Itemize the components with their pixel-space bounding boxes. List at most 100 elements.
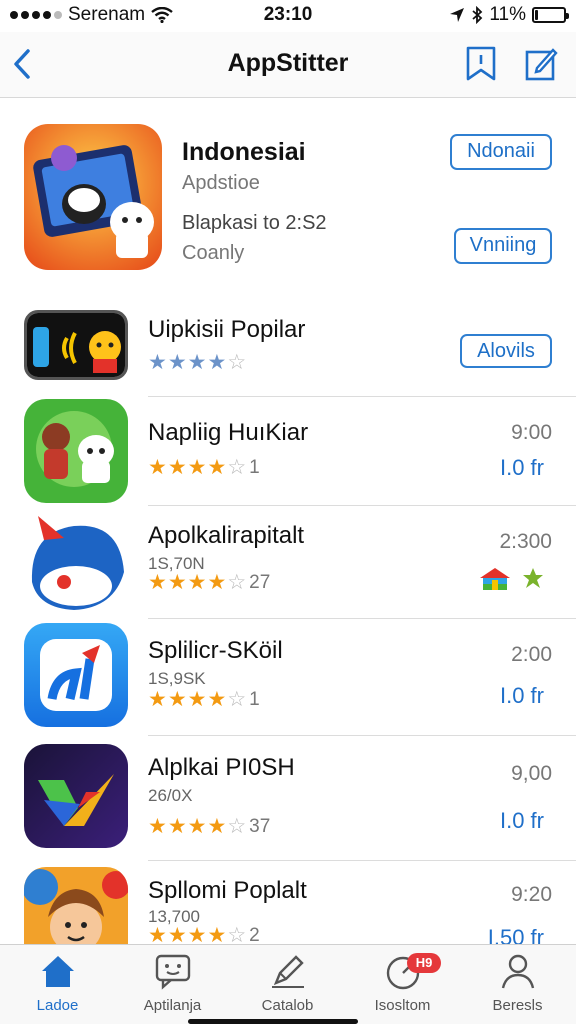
- star-icon: ★: [187, 571, 207, 594]
- app-icon: [24, 399, 128, 503]
- star-icon: ★: [207, 688, 227, 711]
- app-subtitle: 1S,9SK: [148, 669, 206, 688]
- featured-app-title: Indonesiai: [182, 138, 306, 166]
- star-icon: ☆: [227, 688, 247, 711]
- star-icon: ★: [167, 924, 187, 944]
- star-icon: ★: [167, 571, 187, 594]
- list-item[interactable]: Spllomi Poplalt 13,700 ★ ★ ★ ★ ☆ 2 9:20 I.50 …: [0, 861, 576, 944]
- list-item[interactable]: Apolkalirapitalt 1S,70N ★ ★ ★ ★ ☆ 27 2:300: [0, 506, 576, 618]
- app-badges: [478, 566, 544, 592]
- battery-fill: [535, 10, 539, 20]
- app-action-link[interactable]: I.50 fr: [488, 925, 544, 944]
- star-icon: ★: [187, 815, 207, 838]
- star-rating: ★ ★ ★ ★ ☆ 2: [148, 923, 260, 944]
- rating-count: 1: [249, 688, 260, 710]
- rating-count: 27: [249, 571, 271, 593]
- star-rating: ★ ★ ★ ★ ☆: [148, 350, 246, 375]
- tab-profile[interactable]: Beresls: [460, 951, 575, 1021]
- tab-home[interactable]: Ladoe: [0, 951, 115, 1021]
- app-price: 2:00: [511, 643, 552, 666]
- list-item[interactable]: Alplkai PI0SH 26/0X ★ ★ ★ ★ ☆ 37 9,00 I.0 fr: [0, 736, 576, 860]
- list-item[interactable]: Uipkisii Popilar ★ ★ ★ ★ ☆ Alovils: [0, 300, 576, 396]
- rating-count: 37: [249, 815, 271, 837]
- list-item[interactable]: Splilicr-SKöil 1S,9SK ★ ★ ★ ★ ☆ 1 2:00 I.0 fr: [0, 619, 576, 735]
- tab-apps[interactable]: Aptilanja: [115, 951, 230, 1021]
- featured-app-detail: Blapkasi to 2:S2: [182, 212, 327, 234]
- star-icon: ★: [207, 924, 227, 944]
- star-icon: ★: [167, 456, 187, 479]
- app-title: Spllomi Poplalt: [148, 877, 307, 904]
- pencil-icon: [271, 955, 304, 988]
- star-icon: ★: [167, 688, 187, 711]
- app-icon: [24, 867, 128, 944]
- tab-updates[interactable]: H9 Isosltom: [345, 951, 460, 1021]
- bluetooth-icon: [472, 6, 483, 24]
- featured-app[interactable]: Indonesiai Apdstioe Blapkasi to 2:S2 Coa…: [0, 112, 576, 282]
- edit-icon: [525, 48, 558, 81]
- star-rating: ★ ★ ★ ★ ☆ 1: [148, 455, 260, 480]
- star-rating: ★ ★ ★ ★ ☆ 27: [148, 570, 270, 595]
- star-icon: ☆: [227, 924, 247, 944]
- star-icon: ★: [148, 456, 167, 479]
- app-action-link[interactable]: I.0 fr: [500, 808, 544, 834]
- chat-icon: [155, 954, 190, 990]
- app-price: 2:300: [499, 530, 552, 553]
- app-price: 9:20: [511, 883, 552, 906]
- battery-icon: [532, 7, 569, 23]
- app-price: 9:00: [511, 421, 552, 444]
- tab-bar: Ladoe Aptilanja Catalob H9 Isosltom Bere…: [0, 944, 576, 1024]
- tab-home-label: Ladoe: [36, 997, 79, 1014]
- tab-catalog[interactable]: Catalob: [230, 951, 345, 1021]
- star-icon: ☆: [227, 456, 247, 479]
- featured-app-subtitle: Apdstioe: [182, 172, 260, 194]
- home-icon: [41, 956, 74, 987]
- rating-count: 2: [249, 924, 260, 945]
- app-title: Apolkalirapitalt: [148, 522, 305, 549]
- tab-updates-label: Isosltom: [374, 997, 431, 1014]
- star-rating: ★ ★ ★ ★ ☆ 37: [148, 814, 270, 839]
- list-item[interactable]: Napliig HuıKiar ★ ★ ★ ★ ☆ 1 9:00 I.0 fr: [0, 397, 576, 505]
- star-icon: ★: [187, 351, 207, 374]
- star-icon: ★: [148, 351, 167, 374]
- star-icon: ★: [167, 815, 187, 838]
- app-icon: [24, 744, 128, 848]
- battery-percent: 11%: [489, 4, 526, 25]
- star-icon: ★: [148, 571, 167, 594]
- status-bar: Serenam 23:10 11%: [0, 0, 576, 32]
- app-title: Splilicr-SKöil: [148, 637, 283, 664]
- rating-count: 1: [249, 456, 260, 478]
- star-icon: ★: [187, 924, 207, 944]
- star-icon: ☆: [227, 815, 247, 838]
- featured-app-developer: Coanly: [182, 242, 245, 264]
- app-icon: [24, 310, 128, 380]
- home-indicator: [188, 1019, 358, 1024]
- star-icon: ★: [148, 924, 167, 944]
- star-icon: ★: [187, 688, 207, 711]
- tab-apps-label: Aptilanja: [143, 997, 202, 1014]
- star-icon: ★: [207, 815, 227, 838]
- navigation-bar: AppStitter: [0, 32, 576, 98]
- app-subtitle: 26/0X: [148, 786, 193, 805]
- star-icon: ★: [207, 351, 227, 374]
- star-icon: ☆: [227, 571, 247, 594]
- bookmark-button[interactable]: [462, 44, 500, 84]
- featured-secondary-button[interactable]: Vnniing: [454, 228, 552, 264]
- house-icon: [480, 568, 510, 590]
- app-title: Uipkisii Popilar: [148, 316, 306, 343]
- star-icon: ★: [167, 351, 187, 374]
- get-button[interactable]: Alovils: [460, 334, 552, 368]
- updates-badge: H9: [407, 953, 441, 973]
- star-icon: ★: [187, 456, 207, 479]
- featured-primary-button[interactable]: Ndonaii: [450, 134, 552, 170]
- star-icon: ★: [148, 688, 167, 711]
- star-icon: ★: [148, 815, 167, 838]
- star-icon: ★: [207, 571, 227, 594]
- app-action-link[interactable]: I.0 fr: [500, 683, 544, 709]
- edit-button[interactable]: [522, 44, 560, 84]
- star-icon: ★: [207, 456, 227, 479]
- status-right: 11%: [449, 4, 569, 26]
- person-icon: [501, 954, 534, 989]
- bookmark-icon: [466, 46, 496, 81]
- app-action-link[interactable]: I.0 fr: [500, 455, 544, 481]
- featured-app-icon: [24, 124, 162, 270]
